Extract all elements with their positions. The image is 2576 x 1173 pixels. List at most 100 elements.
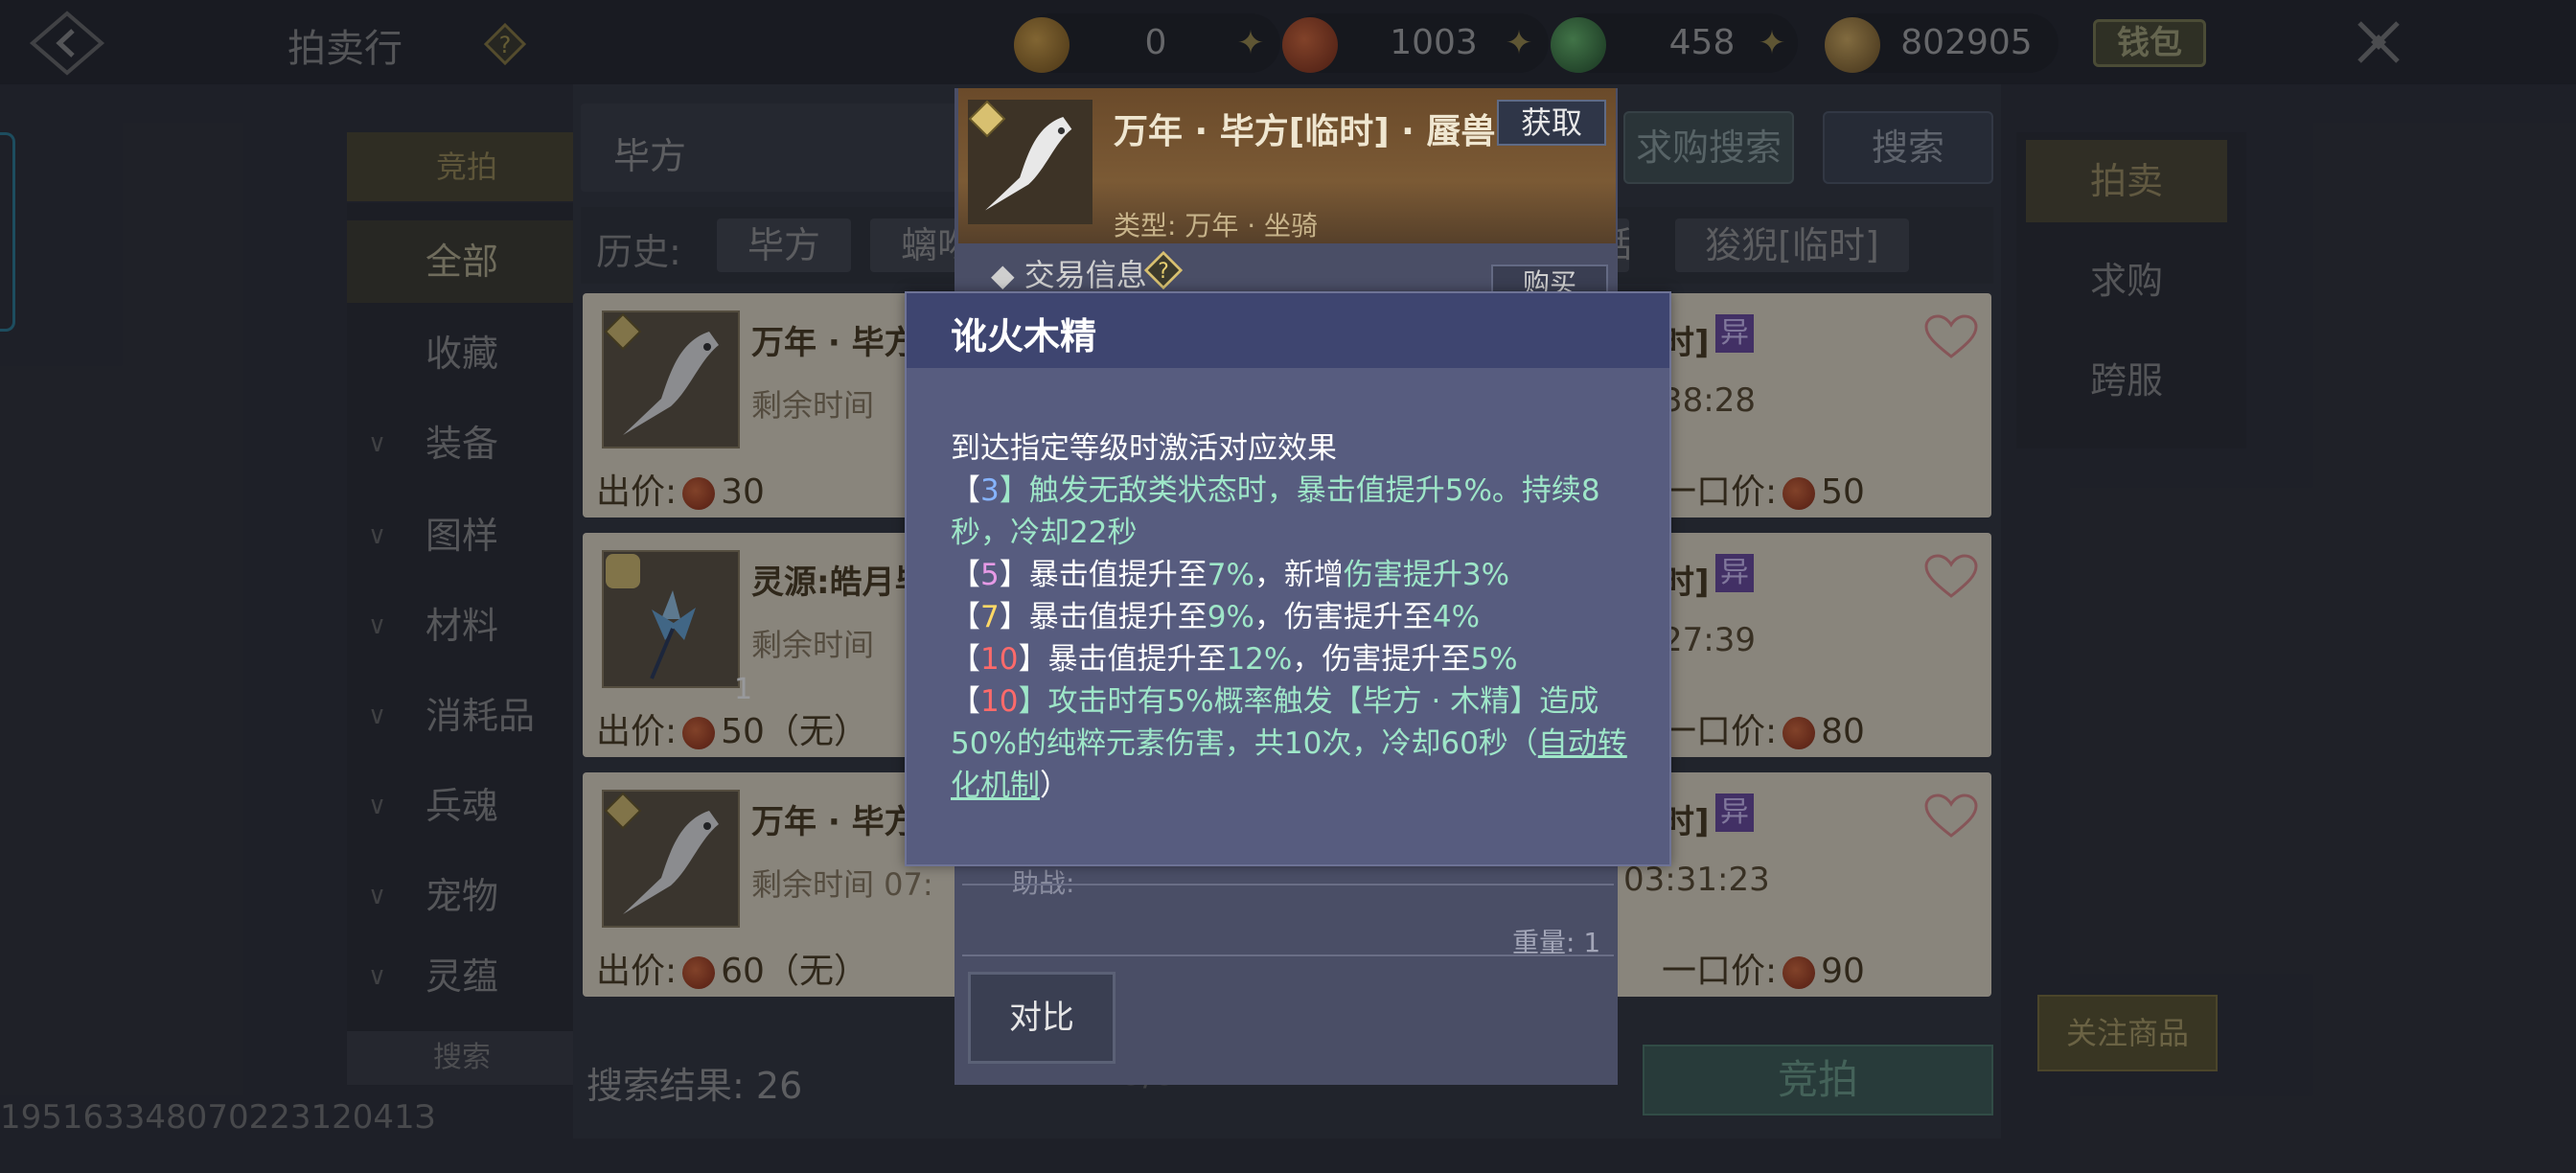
auction-category-tab[interactable]: 竞拍: [347, 132, 586, 201]
bid-price: 出价: 60（无）: [596, 952, 868, 991]
search-button[interactable]: 搜索: [1823, 111, 1993, 184]
buyout-price: 一口价: 80: [1662, 712, 1865, 751]
follow-item-button[interactable]: 关注商品: [2037, 995, 2218, 1071]
currency-value: 802905: [1900, 23, 2033, 62]
tab-buy-request[interactable]: 求购: [2026, 240, 2227, 322]
divider: [962, 884, 1614, 886]
sidebar-item-patterns[interactable]: ∨ 图样: [347, 494, 586, 577]
sidebar-item-weapon-souls[interactable]: ∨ 兵魂: [347, 765, 586, 847]
assist-label: 助战:: [1012, 867, 1075, 899]
add-currency-icon[interactable]: ✦: [1503, 27, 1535, 59]
sidebar-item-materials[interactable]: ∨ 材料: [347, 585, 586, 667]
chevron-down-icon: ∨: [368, 792, 387, 820]
sidebar-item-label: 装备: [426, 423, 499, 465]
favorite-heart-icon[interactable]: [1924, 554, 1978, 600]
currency-jade: 458 ✦: [1551, 13, 1798, 73]
skill-tooltip-body: 到达指定等级时激活对应效果 【3】触发无敌类状态时，暴击值提升5%。持续8秒，冷…: [951, 427, 1641, 807]
item-name: 万年 · 毕方: [751, 803, 917, 841]
chevron-down-icon: ∨: [368, 962, 387, 991]
page-title: 拍卖行: [288, 27, 402, 71]
sidebar-item-label: 宠物: [426, 875, 499, 917]
currency-value: 458: [1668, 23, 1736, 62]
bid-price: 出价: 50（无）: [596, 712, 868, 751]
help-icon[interactable]: ?: [1144, 251, 1183, 289]
currency-value: 0: [1144, 23, 1167, 62]
effect-line: 【10】攻击时有5%概率触发【毕方 · 木精】造成50%的纯粹元素伤害，共10次…: [951, 684, 1627, 803]
trade-info-label: ◆ 交易信息: [991, 257, 1147, 293]
wallet-button[interactable]: 钱包: [2093, 19, 2206, 67]
currency-gold-leaf: 802905: [1825, 13, 2058, 73]
add-currency-icon[interactable]: ✦: [1234, 27, 1267, 59]
remaining-time-label: 剩余时间: [751, 627, 875, 663]
sidebar-item-spirit[interactable]: ∨ 灵蕴: [347, 943, 586, 1010]
svg-text:?: ?: [1158, 260, 1169, 284]
sidebar-item-label: 收藏: [426, 333, 499, 375]
effect-line: 【10】暴击值提升至12%，伤害提升至5%: [951, 642, 1518, 677]
close-icon: [2358, 21, 2400, 63]
red-coin-icon: [1782, 477, 1816, 510]
chevron-down-icon: ∨: [368, 702, 387, 730]
effect-line: 【5】暴击值提升至7%，新增伤害提升3%: [951, 558, 1510, 592]
sidebar-item-label: 图样: [426, 515, 499, 557]
search-result-count: 搜索结果: 26: [586, 1065, 803, 1107]
left-edge-tab[interactable]: [0, 132, 15, 332]
sidebar-item-label: 材料: [426, 605, 499, 647]
sidebar-item-equipment[interactable]: ∨ 装备: [347, 402, 586, 485]
tab-auction[interactable]: 拍卖: [2026, 140, 2227, 222]
buyout-price: 一口价: 50: [1662, 472, 1865, 512]
back-arrow-icon: [29, 11, 105, 76]
history-chip[interactable]: 狻猊[临时]: [1675, 218, 1909, 272]
item-name: 灵源:皓月毕: [751, 564, 928, 602]
currency-red-coin: 1003 ✦: [1282, 13, 1549, 73]
item-thumbnail: [602, 310, 740, 448]
buyout-price: 一口价: 90: [1662, 952, 1865, 991]
bid-button[interactable]: 竞拍: [1643, 1045, 1993, 1116]
effect-line: 【7】暴击值提升至9%，伤害提升至4%: [951, 600, 1481, 634]
history-chip[interactable]: 毕方: [717, 218, 851, 272]
help-icon[interactable]: ?: [483, 22, 527, 66]
get-source-button[interactable]: 获取: [1497, 100, 1606, 146]
sidebar-item-favorites[interactable]: 收藏: [347, 312, 586, 395]
chevron-down-icon: ∨: [368, 611, 387, 640]
chevron-down-icon: ∨: [368, 429, 387, 458]
user-id: 19516334807022312041З: [0, 1098, 436, 1137]
red-coin-icon: [1282, 17, 1338, 73]
sidebar-item-pets[interactable]: ∨ 宠物: [347, 855, 586, 937]
chevron-down-icon: ∨: [368, 882, 387, 910]
back-button[interactable]: [29, 10, 105, 77]
tab-cross-server[interactable]: 跨服: [2026, 339, 2227, 422]
item-count: 1: [734, 673, 753, 706]
sidebar-search-button[interactable]: 搜索: [347, 1031, 577, 1085]
bid-price: 出价: 30: [596, 472, 765, 512]
red-coin-icon: [682, 956, 716, 989]
red-coin-icon: [1782, 956, 1816, 989]
sidebar-item-label: 消耗品: [426, 695, 536, 737]
sidebar-item-label: 全部: [426, 241, 499, 283]
currency-value: 1003: [1390, 23, 1478, 62]
close-button[interactable]: [2348, 12, 2409, 73]
add-currency-icon[interactable]: ✦: [1756, 27, 1788, 59]
sidebar-item-all[interactable]: 全部: [347, 220, 586, 303]
detail-item-name: 万年 · 毕方[临时] · 蜃兽: [1114, 112, 1496, 151]
favorite-heart-icon[interactable]: [1924, 314, 1978, 360]
quality-diamond-icon: [968, 100, 1006, 138]
compare-button[interactable]: 对比: [968, 972, 1116, 1064]
quality-diamond-icon: [604, 792, 642, 830]
jade-icon: [1551, 17, 1606, 73]
red-coin-icon: [682, 477, 716, 510]
sidebar-item-consumables[interactable]: ∨ 消耗品: [347, 675, 586, 757]
history-label: 历史:: [596, 231, 681, 273]
sidebar-item-label: 灵蕴: [426, 955, 499, 998]
remaining-time-value: 03:31:23: [1623, 861, 1770, 899]
currency-gold-ingot: 0 ✦: [1014, 13, 1280, 73]
item-thumbnail: 1: [602, 550, 752, 706]
buy-request-search-button[interactable]: 求购搜索: [1623, 111, 1794, 184]
effect-intro: 到达指定等级时激活对应效果: [951, 431, 1337, 466]
rarity-badge: 异: [1715, 554, 1754, 592]
remaining-time-value: 38:28: [1662, 381, 1756, 420]
item-thumbnail: [602, 790, 740, 928]
rarity-badge: 异: [1715, 314, 1754, 353]
favorite-heart-icon[interactable]: [1924, 794, 1978, 840]
rarity-badge: 异: [1715, 794, 1754, 832]
skill-tooltip-title: 讹火木精: [951, 315, 1097, 357]
